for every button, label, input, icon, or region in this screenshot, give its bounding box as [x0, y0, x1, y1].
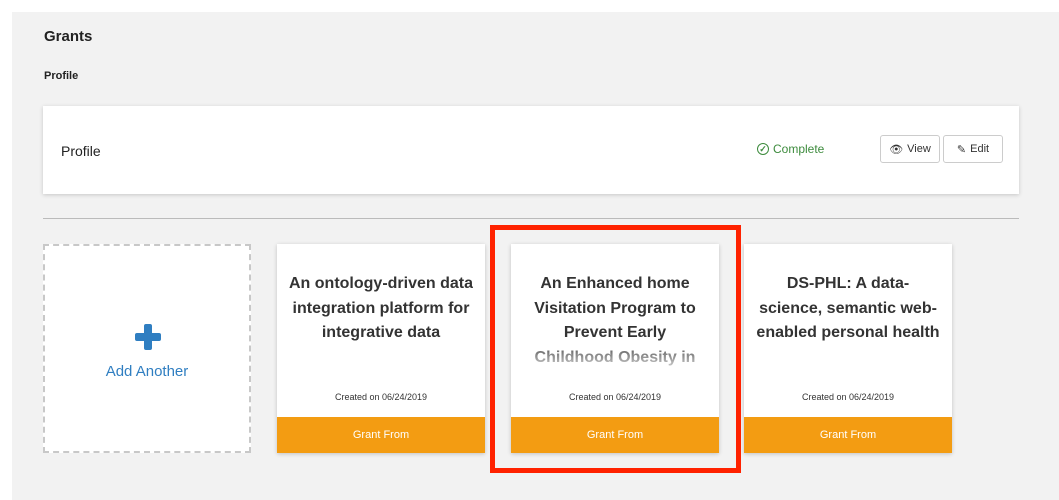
grant-from-button[interactable]: Grant From: [277, 417, 485, 453]
status-text: Complete: [773, 142, 825, 156]
grant-card[interactable]: An Enhanced home Visitation Program to P…: [511, 244, 719, 453]
grants-panel: Grants Profile Profile ✓ Complete 👁 View…: [12, 12, 1059, 500]
add-another-label: Add Another: [105, 363, 189, 380]
page-title: Grants: [44, 28, 93, 45]
profile-card: Profile ✓ Complete 👁 View ✎ Edit: [43, 106, 1019, 194]
created-date: Created on 06/24/2019: [801, 392, 895, 402]
view-button-label: View: [907, 143, 931, 155]
created-date: Created on 06/24/2019: [334, 392, 428, 402]
add-another-card[interactable]: Add Another: [43, 244, 251, 453]
plus-icon: [135, 324, 161, 350]
grant-card[interactable]: An ontology-driven data integration plat…: [277, 244, 485, 453]
grant-card[interactable]: DS-PHL: A data-science, semantic web-ena…: [744, 244, 952, 453]
edit-button[interactable]: ✎ Edit: [943, 135, 1003, 163]
eye-icon: 👁: [889, 143, 904, 156]
title-fade: [511, 340, 719, 374]
title-fade: [744, 340, 952, 374]
section-subtitle: Profile: [44, 70, 79, 82]
edit-button-label: Edit: [970, 143, 990, 155]
title-fade: [277, 340, 485, 374]
status-badge: ✓ Complete: [757, 142, 824, 156]
grant-from-button[interactable]: Grant From: [744, 417, 952, 453]
profile-label: Profile: [61, 143, 101, 159]
view-button[interactable]: 👁 View: [880, 135, 940, 163]
divider: [43, 218, 1019, 219]
check-circle-icon: ✓: [757, 143, 769, 155]
grant-from-button[interactable]: Grant From: [511, 417, 719, 453]
edit-icon: ✎: [956, 143, 967, 156]
created-date: Created on 06/24/2019: [568, 392, 662, 402]
